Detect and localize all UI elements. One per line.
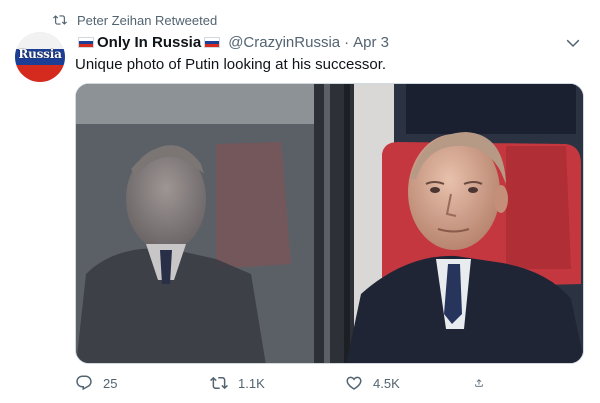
tweet-card[interactable]: Peter Zeihan Retweeted Russia Only In Ru… [0,0,600,403]
retweeted-by-line[interactable]: Peter Zeihan Retweeted [53,11,217,29]
header-separator: · [344,33,350,51]
reply-icon [76,375,92,391]
reply-button[interactable]: 25 [75,374,210,392]
author-handle[interactable]: @CrazyinRussia [228,34,340,51]
retweet-button[interactable]: 1.1K [210,374,345,392]
like-button[interactable]: 4.5K [345,374,480,392]
chevron-down-icon[interactable] [564,34,582,52]
retweet-count: 1.1K [238,375,265,391]
like-count: 4.5K [373,375,400,391]
photo-illustration [76,84,583,363]
heart-icon [346,376,362,390]
tweet-timestamp[interactable]: Apr 3 [353,34,389,51]
retweet-icon [210,376,228,390]
author-display-name[interactable]: Only In Russia [97,34,201,51]
avatar[interactable]: Russia [15,32,65,82]
share-button[interactable] [474,374,494,392]
tweet-header: Only In Russia @CrazyinRussia · Apr 3 [75,32,389,52]
tweet-photo[interactable] [75,83,584,364]
share-icon [475,379,483,387]
russia-flag-icon [204,36,221,48]
retweet-icon [53,15,67,25]
russia-flag-icon [78,36,94,48]
avatar-logo-text: Russia [18,47,62,61]
tweet-actions: 25 1.1K 4.5K [75,372,505,394]
tweet-text: Unique photo of Putin looking at his suc… [75,56,387,73]
reply-count: 25 [103,375,118,391]
retweeted-by-text: Peter Zeihan Retweeted [77,12,218,28]
